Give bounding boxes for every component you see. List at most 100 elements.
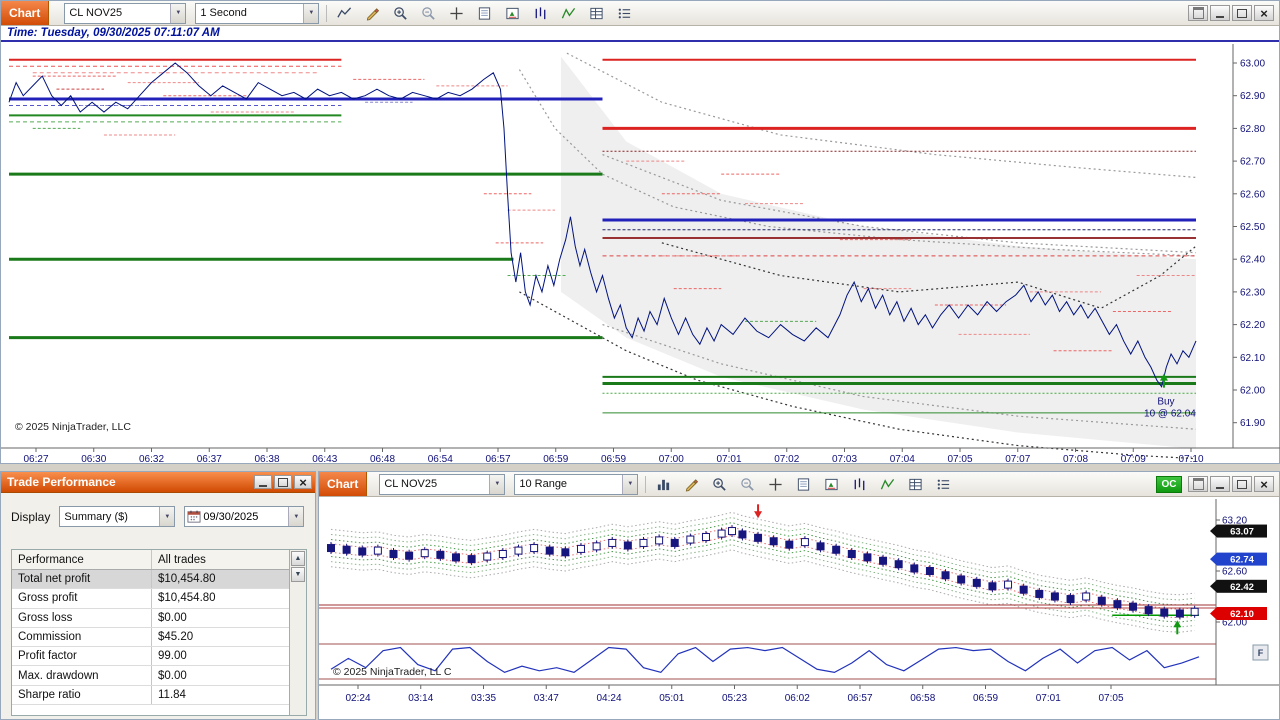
sheet-icon[interactable] <box>586 3 607 23</box>
metric-value: 99.00 <box>158 650 187 663</box>
date-picker[interactable]: 09/30/2025 <box>184 506 305 527</box>
metric-value: $10,454.80 <box>158 573 216 586</box>
histogram-icon[interactable] <box>653 474 674 494</box>
interval-select[interactable]: 10 Range <box>514 473 639 495</box>
oc-button[interactable]: OC <box>1156 475 1182 493</box>
bars-icon[interactable] <box>530 3 551 23</box>
metric-value: $45.20 <box>158 631 194 644</box>
column-header-performance[interactable]: Performance <box>12 550 152 569</box>
interval-select[interactable]: 1 Second <box>195 2 320 24</box>
svg-text:62.10: 62.10 <box>1230 609 1254 620</box>
list-icon[interactable] <box>933 474 954 494</box>
close-button[interactable] <box>294 475 312 489</box>
crosshair-icon[interactable] <box>446 3 467 23</box>
interval-value: 10 Range <box>519 478 568 490</box>
maximize-button[interactable] <box>1232 5 1252 21</box>
pencil-icon[interactable] <box>362 3 383 23</box>
table-row[interactable]: Total net profit $10,454.80 <box>12 570 289 590</box>
display-value: Summary ($) <box>64 510 128 523</box>
chevron-down-icon[interactable] <box>170 3 186 23</box>
window-controls <box>1188 5 1274 21</box>
svg-text:62.80: 62.80 <box>1240 124 1265 135</box>
svg-text:02:24: 02:24 <box>345 693 370 704</box>
chevron-down-icon[interactable] <box>288 507 304 526</box>
svg-text:06:02: 06:02 <box>785 693 810 704</box>
sheet-icon[interactable] <box>905 474 926 494</box>
display-controls: Display Summary ($) 09/30/2025 <box>1 493 315 527</box>
metric-value: 11.84 <box>158 688 186 701</box>
minimize-button[interactable] <box>1210 476 1230 492</box>
table-row[interactable]: Max. drawdown $0.00 <box>12 666 289 686</box>
close-button[interactable] <box>1254 5 1274 21</box>
svg-text:05:23: 05:23 <box>722 693 747 704</box>
float-button[interactable] <box>1188 476 1208 492</box>
svg-text:63.00: 63.00 <box>1240 59 1265 70</box>
minimize-button[interactable] <box>1210 5 1230 21</box>
calendar-icon <box>185 510 203 523</box>
metric-value: $0.00 <box>158 669 187 682</box>
toolbar-icons <box>334 3 635 23</box>
table-row[interactable]: Gross loss $0.00 <box>12 608 289 628</box>
zigzag-icon[interactable] <box>877 474 898 494</box>
table-row[interactable]: Sharpe ratio 11.84 <box>12 685 289 706</box>
chevron-down-icon[interactable] <box>159 507 175 526</box>
svg-text:06:54: 06:54 <box>428 454 453 464</box>
instrument-select[interactable]: CL NOV25 <box>379 473 506 495</box>
time-status: Time: Tuesday, 09/30/2025 07:11:07 AM <box>1 26 1279 42</box>
order-ticket-icon[interactable] <box>821 474 842 494</box>
zoom-in-icon[interactable] <box>709 474 730 494</box>
svg-text:07:04: 07:04 <box>890 454 915 464</box>
chart-window-1: Chart CL NOV25 1 Second Time: Tuesday, 0… <box>0 0 1280 464</box>
display-select[interactable]: Summary ($) <box>59 506 176 527</box>
bars-icon[interactable] <box>849 474 870 494</box>
zoom-out-icon[interactable] <box>418 3 439 23</box>
line-chart-icon[interactable] <box>334 3 355 23</box>
zoom-out-icon[interactable] <box>737 474 758 494</box>
svg-text:03:35: 03:35 <box>471 693 496 704</box>
svg-text:07:09: 07:09 <box>1121 454 1146 464</box>
svg-text:06:38: 06:38 <box>254 454 279 464</box>
svg-text:62.00: 62.00 <box>1240 386 1265 397</box>
svg-text:06:30: 06:30 <box>81 454 106 464</box>
table-row[interactable]: Commission $45.20 <box>12 627 289 648</box>
float-button[interactable] <box>1188 5 1208 21</box>
table-row[interactable]: Profit factor 99.00 <box>12 647 289 667</box>
scroll-up-icon[interactable] <box>291 551 305 566</box>
main-price-chart[interactable]: Buy10 @ 62.04 63.00 62.90 62.80 62.70 62.60 62… <box>1 44 1280 464</box>
column-header-all-trades[interactable]: All trades <box>152 550 289 569</box>
chevron-down-icon[interactable] <box>489 474 505 494</box>
maximize-button[interactable] <box>1232 476 1252 492</box>
chevron-down-icon[interactable] <box>303 3 319 23</box>
zoom-in-icon[interactable] <box>390 3 411 23</box>
table-row[interactable]: Gross profit $10,454.80 <box>12 589 289 609</box>
scroll-down-icon[interactable] <box>291 567 305 582</box>
list-icon[interactable] <box>614 3 635 23</box>
instrument-value: CL NOV25 <box>384 478 438 490</box>
f-button[interactable]: F <box>1252 644 1269 661</box>
table-scrollbar[interactable] <box>289 550 306 715</box>
svg-text:07:05: 07:05 <box>1098 693 1123 704</box>
svg-text:07:03: 07:03 <box>832 454 857 464</box>
order-ticket-icon[interactable] <box>502 3 523 23</box>
data-box-icon[interactable] <box>474 3 495 23</box>
chart-tab[interactable]: Chart <box>1 1 50 25</box>
toolbar-separator <box>645 475 647 493</box>
svg-text:© 2025 NinjaTrader, LLC: © 2025 NinjaTrader, LLC <box>15 421 131 433</box>
zigzag-icon[interactable] <box>558 3 579 23</box>
pencil-icon[interactable] <box>681 474 702 494</box>
svg-text:62.90: 62.90 <box>1240 91 1265 102</box>
range-price-chart[interactable]: 63.2062.6062.0063.0762.7462.4262.1002:24… <box>319 497 1279 719</box>
window-controls <box>254 475 312 489</box>
instrument-select[interactable]: CL NOV25 <box>64 2 187 24</box>
svg-text:62.10: 62.10 <box>1240 353 1265 364</box>
chevron-down-icon[interactable] <box>622 474 638 494</box>
crosshair-icon[interactable] <box>765 474 786 494</box>
svg-text:62.40: 62.40 <box>1240 255 1265 266</box>
minimize-button[interactable] <box>254 475 272 489</box>
trade-performance-titlebar[interactable]: Trade Performance <box>1 472 315 493</box>
close-button[interactable] <box>1254 476 1274 492</box>
maximize-button[interactable] <box>274 475 292 489</box>
chart-tab[interactable]: Chart <box>319 472 368 496</box>
chart-window-2: Chart CL NOV25 10 Range OC 63.2062.6062.… <box>318 471 1280 720</box>
data-box-icon[interactable] <box>793 474 814 494</box>
